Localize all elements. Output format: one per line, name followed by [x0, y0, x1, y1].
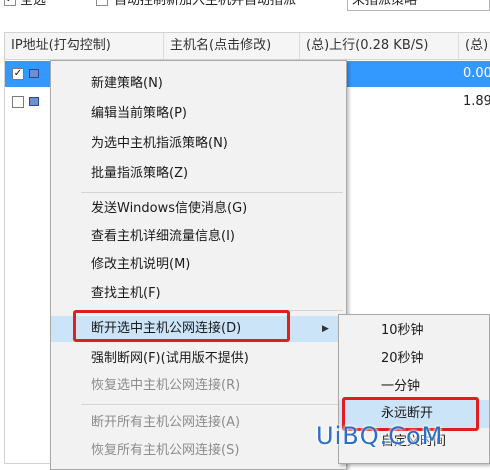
menu-item-restore-selected[interactable]: 恢复选中主机公网连接(R) [51, 373, 346, 399]
submenu-arrow-icon: ▶ [322, 324, 329, 334]
menu-item-edit-policy[interactable]: 编辑当前策略(P) [51, 101, 346, 127]
computer-icon [29, 69, 39, 78]
submenu-item-10s[interactable]: 10秒钟 [339, 317, 489, 345]
menu-item-find-host[interactable]: 查找主机(F) [51, 281, 346, 307]
row-value: 1.89 [463, 94, 490, 109]
menu-separator [81, 310, 343, 311]
menu-item-assign-policy[interactable]: 为选中主机指派策略(N) [51, 131, 346, 157]
menu-separator [81, 192, 343, 193]
watermark-logo: UiBQ.CoM [316, 422, 444, 450]
select-all-checkbox[interactable]: ✓ [4, 0, 16, 6]
menu-item-disconnect-selected[interactable]: 断开选中主机公网连接(D) ▶ [51, 316, 346, 342]
menu-item-disconnect-all[interactable]: 断开所有主机公网连接(A) [51, 410, 346, 436]
menu-item-new-policy[interactable]: 新建策略(N) [51, 71, 346, 97]
auto-control-label: 自动控制新加入主机并自动指派 [114, 0, 297, 8]
menu-item-force-disconnect[interactable]: 强制断网(F)(试用版不提供) [51, 346, 346, 372]
row-value: 0.00 [463, 66, 490, 81]
column-upload[interactable]: (总)上行(0.28 KB/S) [300, 33, 459, 59]
row-checkbox[interactable]: ✓ [12, 68, 24, 80]
menu-item-edit-description[interactable]: 修改主机说明(M) [51, 252, 346, 278]
column-total[interactable]: (总) [459, 33, 490, 59]
menu-item-restore-all[interactable]: 恢复所有主机公网连接(S) [51, 438, 346, 464]
computer-icon [29, 97, 39, 106]
column-ip[interactable]: IP地址(打勾控制) [5, 33, 164, 59]
menu-separator [81, 404, 343, 405]
menu-item-send-message[interactable]: 发送Windows信使消息(G) [51, 196, 346, 222]
submenu-item-1min[interactable]: 一分钟 [339, 373, 489, 401]
row-checkbox[interactable] [12, 96, 24, 108]
select-all-label: 全选 [20, 0, 47, 8]
table-header: IP地址(打勾控制) 主机名(点击修改) (总)上行(0.28 KB/S) (总… [5, 33, 490, 60]
submenu-item-20s[interactable]: 20秒钟 [339, 345, 489, 373]
menu-item-batch-assign[interactable]: 批量指派策略(Z) [51, 161, 346, 187]
menu-item-view-traffic[interactable]: 查看主机详细流量信息(I) [51, 224, 346, 250]
policy-combo[interactable]: 未指派策略 [347, 0, 490, 11]
column-hostname[interactable]: 主机名(点击修改) [164, 33, 300, 59]
auto-control-checkbox[interactable] [96, 0, 108, 6]
menu-item-label: 断开选中主机公网连接(D) [91, 321, 242, 336]
top-toolbar: ✓ 全选 自动控制新加入主机并自动指派 未指派策略 [0, 0, 490, 13]
context-menu: 新建策略(N) 编辑当前策略(P) 为选中主机指派策略(N) 批量指派策略(Z)… [50, 60, 347, 470]
